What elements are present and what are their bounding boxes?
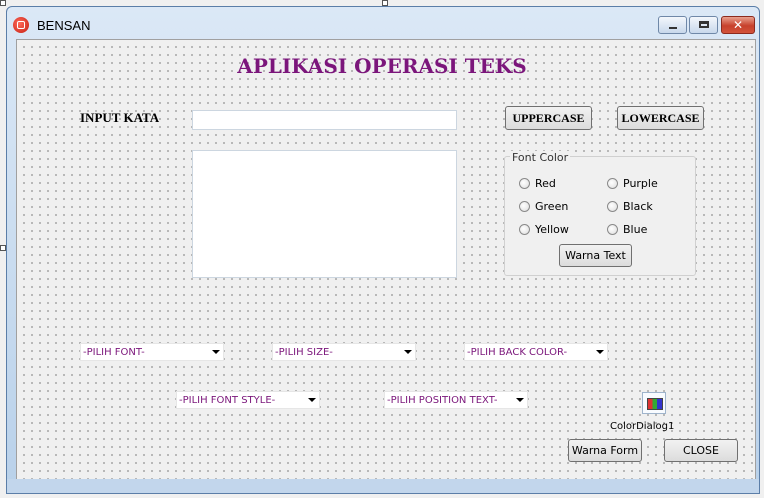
radio-circle-icon (519, 201, 530, 212)
radio-yellow-label: Yellow (535, 223, 569, 236)
window-bottom-border (7, 479, 759, 493)
close-button[interactable]: CLOSE (664, 439, 738, 462)
close-button-label: CLOSE (682, 444, 719, 457)
radio-blue-label: Blue (623, 223, 648, 236)
radio-yellow[interactable]: Yellow (519, 223, 569, 236)
resize-handle-top-left[interactable] (0, 0, 6, 6)
radio-circle-icon (607, 224, 618, 235)
radio-purple-label: Purple (623, 177, 658, 190)
window-title: BENSAN (37, 18, 91, 33)
radio-circle-icon (607, 201, 618, 212)
radio-red-label: Red (535, 177, 556, 190)
radio-green-label: Green (535, 200, 569, 213)
font-color-caption: Font Color (510, 151, 571, 164)
radio-circle-icon (519, 178, 530, 189)
uppercase-button[interactable]: UPPERCASE (505, 106, 592, 130)
uppercase-button-label: UPPERCASE (512, 110, 585, 125)
radio-black[interactable]: Black (607, 200, 653, 213)
radio-blue[interactable]: Blue (607, 223, 647, 236)
input-kata-field[interactable] (192, 110, 457, 130)
window-close-button[interactable]: ✕ (721, 16, 755, 34)
maximize-button[interactable] (689, 16, 718, 34)
font-dropdown-value: -PILIH FONT- (83, 346, 145, 358)
title-bar[interactable]: BENSAN ✕ (7, 7, 759, 39)
lowercase-button[interactable]: LOWERCASE (617, 106, 704, 130)
position-text-dropdown-value: -PILIH POSITION TEXT- (387, 394, 498, 406)
color-dialog-label: ColorDialog1 (610, 421, 675, 432)
font-style-dropdown[interactable]: -PILIH FONT STYLE- (176, 391, 320, 409)
color-dialog-icon[interactable] (642, 392, 666, 414)
input-label: INPUT KATA (80, 110, 160, 125)
chevron-down-icon (593, 344, 607, 360)
radio-green[interactable]: Green (519, 200, 568, 213)
radio-purple[interactable]: Purple (607, 177, 658, 190)
chevron-down-icon (401, 344, 415, 360)
warna-form-button[interactable]: Warna Form (568, 439, 642, 462)
chevron-down-icon (513, 392, 527, 408)
font-dropdown[interactable]: -PILIH FONT- (80, 343, 224, 361)
warna-text-button[interactable]: Warna Text (559, 244, 632, 267)
back-color-dropdown[interactable]: -PILIH BACK COLOR- (464, 343, 608, 361)
position-text-dropdown[interactable]: -PILIH POSITION TEXT- (384, 391, 528, 409)
minimize-button[interactable] (658, 16, 687, 34)
warna-text-label: Warna Text (565, 249, 626, 262)
size-dropdown[interactable]: -PILIH SIZE- (272, 343, 416, 361)
radio-black-label: Black (623, 200, 653, 213)
app-icon (13, 17, 29, 33)
size-dropdown-value: -PILIH SIZE- (275, 346, 333, 358)
radio-circle-icon (519, 224, 530, 235)
radio-circle-icon (607, 178, 618, 189)
output-text-area[interactable] (192, 150, 457, 278)
radio-red[interactable]: Red (519, 177, 556, 190)
font-style-dropdown-value: -PILIH FONT STYLE- (179, 394, 276, 406)
back-color-dropdown-value: -PILIH BACK COLOR- (467, 346, 568, 358)
warna-form-label: Warna Form (571, 444, 639, 457)
lowercase-button-label: LOWERCASE (621, 110, 700, 125)
chevron-down-icon (209, 344, 223, 360)
page-title: APLIKASI OPERASI TEKS (237, 54, 527, 78)
chevron-down-icon (305, 392, 319, 408)
close-icon: ✕ (732, 18, 744, 32)
